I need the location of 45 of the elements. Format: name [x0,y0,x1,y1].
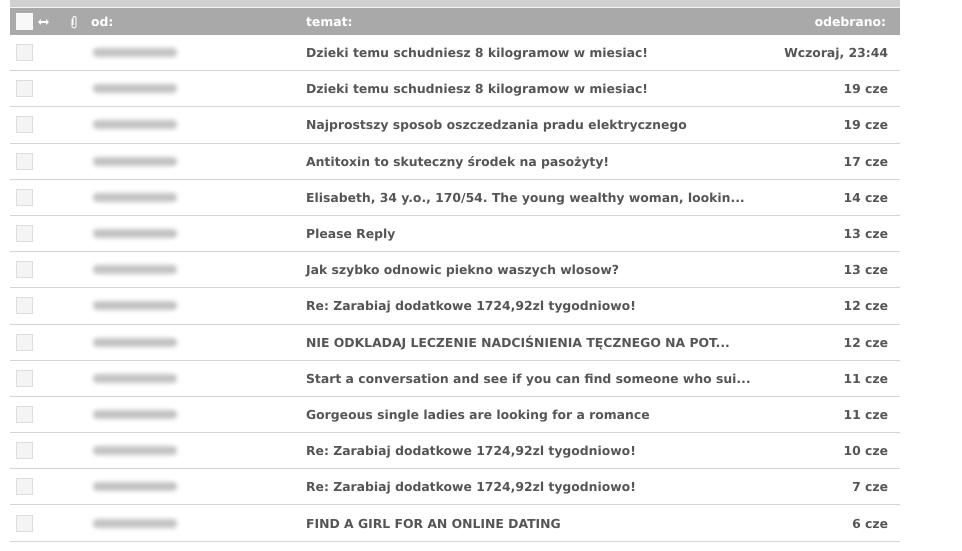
received-date: 17 cze [843,154,888,169]
row-checkbox[interactable] [16,370,33,387]
message-subject[interactable]: Re: Zarabiaj dodatkowe 1724,92zl tygodniowo! [306,298,636,314]
received-date: 12 cze [843,334,888,350]
row-checkbox[interactable] [16,188,33,206]
row-checkbox[interactable] [16,80,33,98]
received-date: Wczoraj, 23:44 [784,45,888,60]
received-date: 11 cze [843,406,888,422]
row-checkbox[interactable] [16,225,33,242]
row-checkbox[interactable] [16,116,33,134]
row-checkbox[interactable] [16,334,33,351]
received-date: 10 cze [843,443,888,458]
paperclip-icon [71,14,77,28]
row-checkbox[interactable] [16,442,33,460]
row-checkbox[interactable] [16,44,33,62]
select-all-checkbox[interactable] [16,13,33,30]
received-date: 6 cze [852,516,888,531]
received-date: 12 cze [843,298,888,314]
row-checkbox[interactable] [16,478,33,496]
row-checkbox[interactable] [16,297,33,314]
message-subject[interactable]: Jak szybko odnowic piekno waszych wlosow? [306,262,619,278]
row-checkbox[interactable] [16,514,33,532]
received-date: 19 cze [843,81,888,96]
received-date: 19 cze [843,117,888,132]
row-checkbox[interactable] [16,152,33,170]
received-date: 14 cze [843,190,888,205]
row-checkbox[interactable] [16,261,33,278]
message-subject[interactable]: Start a conversation and see if you can find someone who sui... [306,370,751,386]
message-subject[interactable]: Re: Zarabiaj dodatkowe 1724,92zl tygodniowo! [306,443,636,458]
double-arrow-icon [38,18,49,24]
message-subject[interactable]: Dzieki temu schudniesz 8 kilogramow w miesiac! [306,81,648,96]
message-subject[interactable]: Gorgeous single ladies are looking for a romance [306,406,650,422]
received-date: 7 cze [852,479,888,494]
received-date: 13 cze [843,226,888,242]
message-subject[interactable]: Please Reply [306,226,396,242]
message-subject[interactable]: Re: Zarabiaj dodatkowe 1724,92zl tygodniowo! [306,479,636,494]
message-subject[interactable]: Dzieki temu schudniesz 8 kilogramow w miesiac! [306,45,648,60]
received-date: 11 cze [843,370,888,386]
row-checkbox[interactable] [16,406,33,423]
message-subject[interactable]: FIND A GIRL FOR AN ONLINE DATING [306,516,561,531]
message-subject[interactable]: Antitoxin to skuteczny środek na pasożyty! [306,154,610,169]
received-date: 13 cze [843,262,888,278]
message-subject[interactable]: Elisabeth, 34 y.o., 170/54. The young wealthy woman, lookin... [306,190,745,205]
message-subject[interactable]: Najprostszy sposob oszczedzania pradu elektrycznego [306,117,687,132]
message-subject[interactable]: NIE ODKLADAJ LECZENIE NADCIŚNIENIA TĘCZNEGO NA POT... [306,334,730,350]
